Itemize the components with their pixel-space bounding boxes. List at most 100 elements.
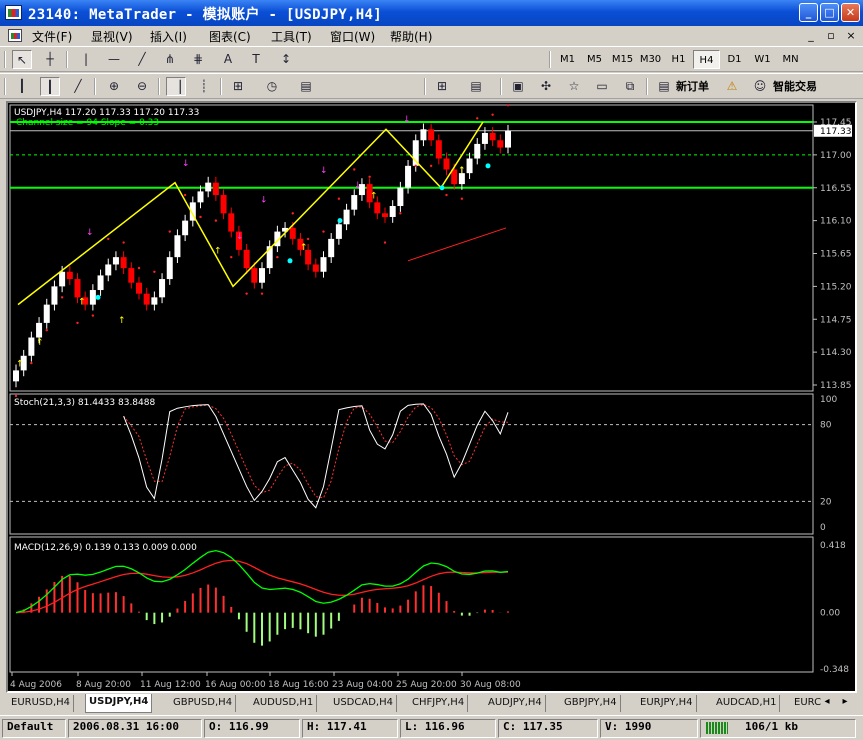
periods-clock-icon[interactable]: ◷	[262, 77, 282, 96]
timeframe-w1[interactable]: W1	[749, 50, 776, 69]
tab-audjpy-h4[interactable]: AUDJPY,H4	[485, 695, 546, 712]
bar-chart-icon[interactable]: ┃	[12, 77, 32, 96]
data-window-icon[interactable]: ✣	[536, 77, 556, 96]
tabs-scroll-left-icon[interactable]: ◂	[821, 696, 833, 707]
tab-audcad-h1[interactable]: AUDCAD,H1	[713, 695, 781, 712]
macd-tick-label: 0.418	[820, 541, 846, 551]
time-tick-label: 4 Aug 2006	[10, 680, 62, 690]
stoch-tick-label: 20	[820, 497, 832, 507]
indicators-icon[interactable]: ⊞	[228, 77, 248, 96]
tab-eurjpy-h4[interactable]: EURJPY,H4	[637, 695, 697, 712]
stoch-signal-line	[123, 403, 509, 499]
tab-eurc[interactable]: EURC	[791, 695, 824, 712]
main-pane-frame	[9, 104, 814, 392]
fibonacci-icon[interactable]: ⋕	[188, 50, 208, 69]
zoom-in-icon[interactable]: ⊕	[104, 77, 124, 96]
sar-dot	[506, 103, 510, 107]
candle-body	[174, 235, 181, 258]
menu-view[interactable]: 显视(V)	[88, 28, 136, 45]
candle-body	[505, 130, 511, 148]
expert-advisors-button[interactable]: 智能交易	[773, 77, 817, 96]
mdi-close-button[interactable]: ×	[844, 29, 858, 42]
vertical-line-icon[interactable]: |	[76, 50, 96, 69]
cursor-arrow-icon[interactable]: ↖	[12, 50, 32, 69]
sar-dot	[76, 321, 79, 325]
timeframe-m5[interactable]: M5	[581, 50, 608, 69]
new-order-button[interactable]: 新订单	[676, 77, 709, 96]
fractal-up-arrow: ↑	[16, 360, 24, 370]
time-tick-label: 11 Aug 12:00	[140, 680, 201, 690]
stoch-main-line	[123, 403, 509, 509]
timeframe-m1[interactable]: M1	[554, 50, 581, 69]
minimize-button[interactable]: _	[799, 3, 818, 22]
tab-chfjpy-h4[interactable]: CHFJPY,H4	[409, 695, 469, 712]
maximize-button[interactable]: □	[820, 3, 839, 22]
chart-shift-icon[interactable]: ┊	[194, 77, 214, 96]
sar-dot	[476, 117, 479, 120]
text-icon[interactable]: A	[218, 50, 238, 69]
new-order-icon[interactable]: ▤	[654, 77, 674, 96]
terminal-icon[interactable]: ▭	[592, 77, 612, 96]
mdi-minimize-button[interactable]: _	[804, 29, 818, 42]
menu-insert[interactable]: 插入(I)	[147, 28, 190, 45]
chart-window[interactable]: 117.45 117.00 116.55 116.10 115.65 115.20 114.…	[6, 101, 857, 693]
tab-audusd-h1[interactable]: AUDUSD,H1	[250, 695, 318, 712]
tab-usdjpy-h4[interactable]: USDJPY,H4	[85, 694, 153, 713]
channel-icon[interactable]: ⋔	[160, 50, 180, 69]
candle-body	[51, 286, 58, 305]
candle-body	[151, 297, 158, 305]
profiles-icon[interactable]: ▤	[466, 77, 486, 96]
timeframe-h1[interactable]: H1	[665, 50, 692, 69]
status-profile[interactable]: Default	[2, 719, 66, 738]
new-chart-icon[interactable]: ⊞	[432, 77, 452, 96]
menu-help[interactable]: 帮助(H)	[387, 28, 435, 45]
menu-charts[interactable]: 图表(C)	[206, 28, 254, 45]
candlestick-chart-icon[interactable]: ┃	[40, 77, 60, 96]
candle-body	[259, 268, 265, 283]
tab-gbpjpy-h4[interactable]: GBPJPY,H4	[561, 695, 621, 712]
auto-scroll-icon[interactable]: ▕	[166, 77, 186, 96]
close-button[interactable]: ✕	[841, 3, 860, 22]
mdi-restore-button[interactable]: ▫	[824, 29, 838, 42]
fractal-down-arrow: ↓	[86, 228, 94, 238]
market-watch-icon[interactable]: ▣	[508, 77, 528, 96]
timeframe-mn[interactable]: MN	[777, 50, 804, 69]
timeframe-m15[interactable]: M15	[609, 50, 636, 69]
arrow-dropdown-icon[interactable]: ↕	[276, 50, 296, 69]
sar-dot	[399, 212, 402, 215]
macd-main-line	[15, 549, 509, 614]
tab-usdcad-h4[interactable]: USDCAD,H4	[330, 695, 397, 712]
tabs-scroll-right-icon[interactable]: ▸	[839, 696, 851, 707]
status-open: O: 116.99	[204, 719, 300, 738]
templates-icon[interactable]: ▤	[296, 77, 316, 96]
price-tick-label: 114.75	[820, 315, 852, 325]
timeframe-h4[interactable]: H4	[693, 50, 720, 69]
candle-body	[28, 337, 35, 356]
signal-dot	[95, 294, 101, 300]
candle-body	[420, 129, 427, 141]
timeframe-m30[interactable]: M30	[637, 50, 664, 69]
tab-eurusd-h4[interactable]: EURUSD,H4	[8, 695, 75, 712]
timeframe-d1[interactable]: D1	[721, 50, 748, 69]
label-icon[interactable]: T	[246, 50, 266, 69]
menu-file[interactable]: 文件(F)	[29, 28, 75, 45]
expert-advisor-icon[interactable]: ☺	[750, 77, 770, 96]
menu-window[interactable]: 窗口(W)	[327, 28, 378, 45]
chart-window-icon[interactable]	[8, 29, 22, 42]
horizontal-line-icon[interactable]: —	[104, 50, 124, 69]
strategy-tester-icon[interactable]: ⧉	[620, 77, 640, 96]
tab-gbpusd-h4[interactable]: GBPUSD,H4	[170, 695, 237, 712]
toolbar-separator	[220, 78, 222, 95]
trendline-icon[interactable]: ╱	[132, 50, 152, 69]
navigator-icon[interactable]: ☆	[564, 77, 584, 96]
zoom-out-icon[interactable]: ⊖	[132, 77, 152, 96]
price-tick-label: 113.85	[820, 381, 852, 391]
sar-dot	[122, 241, 125, 244]
time-tick-label: 18 Aug 16:00	[268, 680, 329, 690]
crosshair-icon[interactable]: ┼	[40, 50, 60, 69]
menu-tools[interactable]: 工具(T)	[268, 28, 315, 45]
title-bar: 23140: MetaTrader - 模拟账户 - [USDJPY,H4] _…	[0, 0, 863, 26]
line-chart-icon[interactable]: ╱	[68, 77, 88, 96]
usdjpy-h4-chart[interactable]: 117.45117.00116.55116.10115.65115.20114.…	[8, 103, 855, 691]
warning-icon[interactable]: ⚠	[722, 77, 742, 96]
